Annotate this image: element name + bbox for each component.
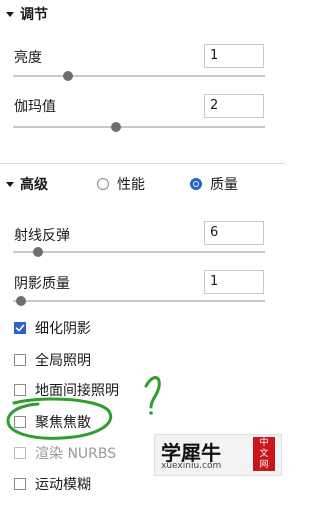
radio-quality-button[interactable]	[190, 178, 202, 190]
ray-bounce-input[interactable]: 6	[204, 221, 264, 245]
brightness-slider[interactable]	[13, 70, 265, 82]
slider-track	[13, 251, 265, 253]
site-watermark: 学犀牛 xuexiniu.com 中文网	[154, 434, 282, 476]
check-label: 地面间接照明	[35, 383, 119, 399]
section-adjust-title: 调节	[20, 7, 48, 23]
checkbox[interactable]	[14, 384, 26, 396]
section-advanced-title: 高级	[20, 177, 48, 193]
check-label: 细化阴影	[35, 321, 91, 337]
refine-shadows-check[interactable]: 细化阴影	[14, 318, 91, 338]
annotation-question-dot	[149, 411, 153, 415]
shadow-quality-slider[interactable]	[13, 295, 265, 307]
ray-bounce-label: 射线反弹	[14, 228, 70, 244]
check-label: 全局照明	[35, 353, 91, 369]
ray-bounce-slider[interactable]	[13, 246, 265, 258]
checkbox[interactable]	[14, 416, 26, 428]
slider-thumb[interactable]	[111, 122, 122, 132]
gamma-label: 伽玛值	[14, 99, 56, 115]
global-illumination-check[interactable]: 全局照明	[14, 350, 91, 370]
slider-thumb[interactable]	[33, 247, 44, 257]
watermark-badge-text: 中文网	[259, 437, 269, 470]
checkbox[interactable]	[14, 354, 26, 366]
radio-quality[interactable]: 质量	[190, 174, 238, 194]
gamma-input[interactable]: 2	[204, 94, 264, 118]
checkbox[interactable]	[14, 478, 26, 490]
check-label: 聚焦焦散	[35, 415, 91, 431]
slider-track	[13, 300, 265, 302]
section-divider	[0, 163, 285, 164]
radio-performance-button[interactable]	[97, 178, 109, 190]
section-adjust-header[interactable]: 调节	[0, 2, 48, 26]
brightness-label: 亮度	[14, 50, 42, 66]
gamma-slider[interactable]	[13, 121, 265, 133]
annotation-question-mark	[144, 376, 161, 409]
collapse-arrow-icon[interactable]	[6, 181, 14, 187]
ground-indirect-check[interactable]: 地面间接照明	[14, 380, 119, 400]
render-nurbs-check[interactable]: 渲染 NURBS	[14, 443, 116, 463]
slider-track	[13, 126, 265, 128]
checkbox[interactable]	[14, 322, 26, 334]
check-label: 运动模糊	[35, 477, 91, 493]
slider-track	[13, 75, 265, 77]
checkbox[interactable]	[14, 447, 26, 459]
shadow-quality-label: 阴影质量	[14, 276, 70, 292]
radio-performance-label: 性能	[117, 177, 145, 193]
radio-performance[interactable]: 性能	[97, 174, 145, 194]
brightness-input[interactable]: 1	[204, 44, 264, 68]
shadow-quality-input[interactable]: 1	[204, 270, 264, 294]
watermark-badge: 中文网	[253, 437, 275, 471]
slider-thumb[interactable]	[15, 296, 26, 306]
caustics-check[interactable]: 聚焦焦散	[14, 412, 91, 432]
check-label: 渲染 NURBS	[35, 446, 117, 462]
watermark-domain: xuexiniu.com	[161, 461, 222, 471]
radio-quality-label: 质量	[210, 177, 238, 193]
checkmark-icon	[15, 324, 25, 332]
slider-thumb[interactable]	[63, 71, 74, 81]
collapse-arrow-icon[interactable]	[6, 11, 14, 17]
motion-blur-check[interactable]: 运动模糊	[14, 474, 91, 494]
section-advanced-header[interactable]: 高级	[0, 172, 48, 196]
